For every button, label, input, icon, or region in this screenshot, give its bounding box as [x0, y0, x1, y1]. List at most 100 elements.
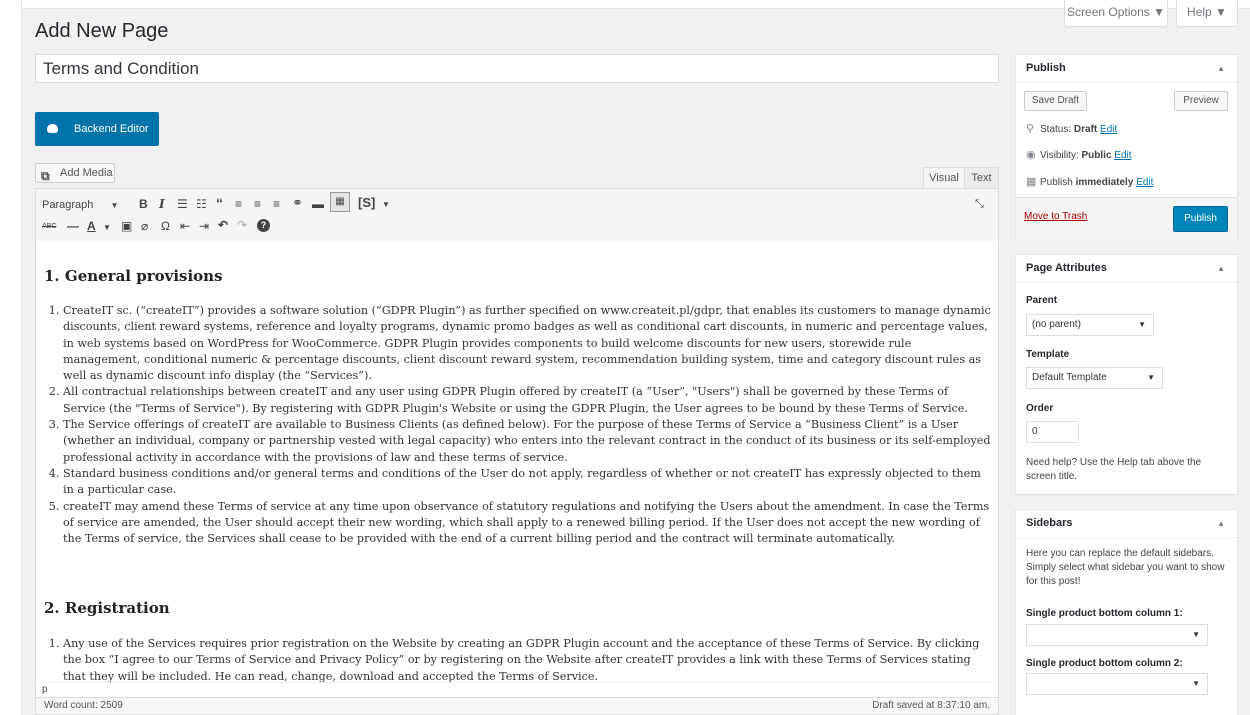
- chevron-down-icon: ▼: [1192, 630, 1200, 639]
- publish-box-header[interactable]: Publish ▲: [1016, 55, 1237, 83]
- col1-label: Single product bottom column 1:: [1026, 608, 1183, 619]
- link-icon[interactable]: ⚭: [292, 196, 303, 210]
- align-left-icon[interactable]: ≡: [235, 197, 242, 211]
- editor-content[interactable]: 1. General provisions CreateIT sc. (“cre…: [35, 241, 999, 682]
- top-bar: [0, 0, 1250, 9]
- add-media-label: Add Media: [60, 167, 113, 179]
- outdent-icon[interactable]: ⇤: [180, 219, 190, 233]
- screen-options-button[interactable]: Screen Options ▼: [1064, 0, 1168, 27]
- order-input[interactable]: 0: [1026, 421, 1079, 443]
- visibility-row: ◉ Visibility: Public Edit: [1026, 148, 1132, 163]
- media-icon: ⧉: [41, 169, 50, 183]
- schedule-row: ▦ Publish immediately Edit: [1026, 175, 1153, 190]
- collapse-icon[interactable]: ▲: [1217, 256, 1225, 282]
- align-right-icon[interactable]: ≡: [273, 197, 280, 211]
- collapse-icon[interactable]: ▲: [1217, 511, 1225, 537]
- visibility-label: Visibility:: [1040, 150, 1079, 161]
- sidebars-title: Sidebars: [1026, 517, 1073, 529]
- shortcode-icon[interactable]: [S]: [358, 196, 375, 210]
- help-label: Help ▼: [1187, 5, 1227, 19]
- redo-icon[interactable]: ↷: [237, 218, 247, 232]
- editor-status-bar: Word count: 2509 Draft saved at 8:37:10 …: [35, 698, 999, 715]
- numbered-list-icon[interactable]: ☷: [196, 197, 207, 211]
- chevron-down-icon: ▼: [1147, 373, 1155, 382]
- tab-visual[interactable]: Visual: [923, 167, 965, 189]
- sidebars-header[interactable]: Sidebars ▲: [1016, 510, 1237, 538]
- preview-button[interactable]: Preview: [1174, 91, 1228, 111]
- page-attributes-title: Page Attributes: [1026, 262, 1107, 274]
- undo-icon[interactable]: ↶: [218, 218, 228, 232]
- list-item: CreateIT sc. (“createIT”) provides a sof…: [63, 303, 992, 384]
- publish-actions: Move to Trash Publish: [1016, 197, 1237, 240]
- page-attributes-header[interactable]: Page Attributes ▲: [1016, 255, 1237, 283]
- list-item: Standard business conditions and/or gene…: [63, 466, 992, 499]
- order-label: Order: [1026, 403, 1054, 414]
- section-heading-1: 1. General provisions: [44, 267, 223, 285]
- bold-icon[interactable]: B: [139, 197, 148, 211]
- publish-box: Publish ▲ Save Draft Preview ⚲ Status: Dra…: [1015, 54, 1238, 240]
- bullet-list-icon[interactable]: ☰: [177, 197, 188, 211]
- blockquote-icon[interactable]: “: [216, 196, 223, 210]
- horizontal-line-icon[interactable]: —: [67, 219, 79, 233]
- draft-saved-status: Draft saved at 8:37:10 am.: [872, 700, 990, 711]
- template-select-value: Default Template: [1032, 372, 1107, 383]
- status-row: ⚲ Status: Draft Edit: [1026, 122, 1117, 137]
- attributes-help-text: Need help? Use the Help tab above the sc…: [1026, 457, 1202, 482]
- save-draft-button[interactable]: Save Draft: [1024, 91, 1087, 111]
- help-button[interactable]: Help ▼: [1176, 0, 1238, 27]
- list-item: All contractual relationships between cr…: [63, 384, 992, 417]
- parent-label: Parent: [1026, 295, 1058, 306]
- element-path: p: [35, 682, 999, 698]
- backend-editor-label: Backend Editor: [74, 123, 149, 135]
- parent-select[interactable]: (no parent) ▼: [1026, 314, 1154, 336]
- shortcode-dropdown-icon[interactable]: ▼: [382, 198, 390, 212]
- publish-button[interactable]: Publish: [1173, 206, 1228, 232]
- admin-menu-edge: [0, 0, 22, 715]
- template-label: Template: [1026, 349, 1070, 360]
- strikethrough-icon[interactable]: ABC: [42, 220, 56, 234]
- page-attributes-box: Page Attributes ▲ Parent (no parent) ▼ Tem…: [1015, 254, 1238, 495]
- special-character-icon[interactable]: Ω: [161, 219, 170, 233]
- visibility-value: Public: [1081, 150, 1112, 161]
- schedule-value: immediately: [1075, 177, 1134, 188]
- template-select[interactable]: Default Template ▼: [1026, 367, 1163, 389]
- help-icon[interactable]: ?: [257, 219, 270, 232]
- section-heading-2: 2. Registration: [44, 599, 170, 617]
- status-label: Status:: [1040, 124, 1072, 135]
- move-to-trash-link[interactable]: Move to Trash: [1024, 211, 1087, 222]
- chevron-down-icon: ▼: [1192, 679, 1200, 688]
- tab-text[interactable]: Text: [965, 167, 999, 189]
- italic-icon[interactable]: I: [159, 197, 165, 211]
- format-select[interactable]: Paragraph ▼: [42, 198, 118, 213]
- text-color-icon[interactable]: A: [87, 219, 96, 233]
- editor-toolbar: Paragraph ▼ B I ☰ ☷ “ ≡ ≡ ≡ ⚭ ▬ ▦ [S] ▼ …: [35, 188, 999, 242]
- clear-formatting-icon[interactable]: ⌀: [141, 219, 148, 233]
- collapse-icon[interactable]: ▲: [1217, 56, 1225, 82]
- chevron-down-icon: ▼: [1138, 320, 1146, 329]
- add-media-button[interactable]: ⧉ Add Media: [35, 163, 115, 183]
- align-center-icon[interactable]: ≡: [254, 197, 261, 211]
- publish-box-title: Publish: [1026, 62, 1066, 74]
- status-value: Draft: [1073, 124, 1098, 135]
- screen-options-label: Screen Options ▼: [1067, 5, 1165, 19]
- schedule-edit-link[interactable]: Edit: [1136, 177, 1153, 188]
- eye-icon: ◉: [1026, 149, 1036, 161]
- paste-text-icon[interactable]: ▣: [121, 219, 132, 233]
- col2-select[interactable]: ▼: [1026, 673, 1208, 695]
- backend-editor-button[interactable]: Backend Editor: [35, 112, 159, 146]
- status-edit-link[interactable]: Edit: [1100, 124, 1117, 135]
- format-select-label: Paragraph: [42, 199, 94, 211]
- schedule-label: Publish: [1040, 177, 1073, 188]
- visibility-edit-link[interactable]: Edit: [1114, 150, 1131, 161]
- col2-label: Single product bottom column 2:: [1026, 658, 1183, 669]
- list-item: createIT may amend these Terms of servic…: [63, 499, 992, 548]
- toolbar-toggle-icon[interactable]: ▦: [330, 192, 350, 212]
- indent-icon[interactable]: ⇥: [199, 219, 209, 233]
- sidebars-description: Here you can replace the default sidebar…: [1026, 548, 1225, 587]
- read-more-icon[interactable]: ▬: [312, 197, 324, 211]
- title-input[interactable]: Terms and Condition: [35, 54, 999, 83]
- composer-icon: [47, 124, 58, 133]
- col1-select[interactable]: ▼: [1026, 624, 1208, 646]
- text-color-dropdown-icon[interactable]: ▼: [103, 221, 111, 235]
- fullscreen-icon[interactable]: ⤡: [975, 197, 984, 211]
